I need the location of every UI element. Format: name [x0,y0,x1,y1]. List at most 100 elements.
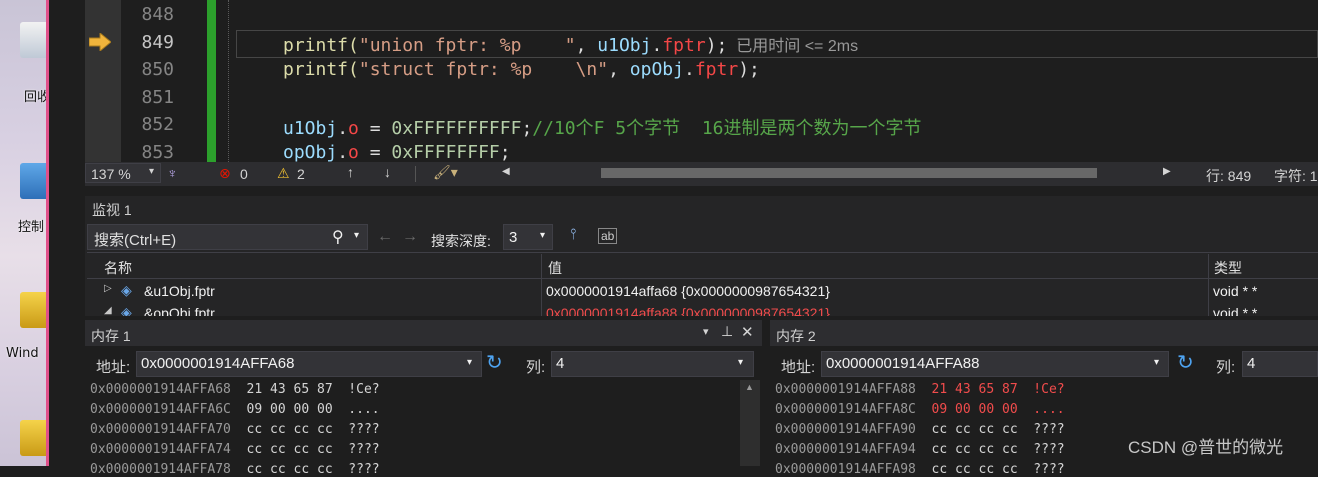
memory-row[interactable]: 0x0000001914AFFA98 cc cc cc cc ???? [775,462,1065,477]
line-number: 853 [141,142,174,163]
pin-icon[interactable]: ⫯ [570,226,577,243]
memory-row[interactable]: 0x0000001914AFFA90 cc cc cc cc ???? [775,422,1065,437]
warning-count: 2 [297,166,305,182]
scroll-left-icon[interactable]: ◀ [502,166,510,177]
scroll-right-icon[interactable]: ▶ [1163,166,1171,177]
horizontal-scrollbar[interactable] [601,168,1097,178]
memory-1-panel: 内存 1 ▾ ⊥ ✕ 地址: 0x0000001914AFFA68 ▾ ↻ 列:… [85,320,762,477]
recycle-bin-icon[interactable] [20,22,46,58]
next-issue-icon[interactable]: ↓ [384,164,391,180]
memory-ascii: ???? [348,422,380,437]
watch-value: 0x0000001914affa88 {0x0000000987654321} [546,305,830,316]
memory-address: 0x0000001914AFFA6C [90,402,247,417]
depth-dropdown[interactable]: 3 ▾ [503,224,553,250]
panel-menu-icon[interactable]: ▾ [703,325,709,338]
memory-address: 0x0000001914AFFA90 [775,422,932,437]
memory-row[interactable]: 0x0000001914AFFA88 21 43 65 87 !Ce? [775,382,1065,397]
previous-issue-icon[interactable]: ↑ [347,164,354,180]
address-label: 地址: [781,359,816,376]
chevron-down-icon[interactable]: ▾ [354,230,359,241]
memory-row[interactable]: 0x0000001914AFFA68 21 43 65 87 !Ce? [90,382,380,397]
address-label: 地址: [96,359,131,376]
chevron-down-icon: ▾ [540,230,546,241]
memory-2-address-input[interactable]: 0x0000001914AFFA88 ▾ [821,351,1169,377]
folder-icon[interactable] [20,292,46,328]
scroll-up-icon[interactable]: ▲ [745,382,754,392]
code-line[interactable]: printf("union fptr: %p ", u1Obj.fptr); 已… [283,32,858,56]
memory-bytes[interactable]: cc cc cc cc [932,422,1034,437]
expand-icon[interactable]: ▷ [104,283,112,294]
back-arrow-icon[interactable]: ← [377,228,393,246]
memory-row[interactable]: 0x0000001914AFFA94 cc cc cc cc ???? [775,442,1065,457]
memory-address: 0x0000001914AFFA94 [775,442,932,457]
watch-search-input[interactable]: 搜索(Ctrl+E) ⚲ ▾ [87,224,368,250]
depth-value: 3 [509,229,518,246]
watch-value: 0x0000001914affa68 {0x0000000987654321} [546,283,830,299]
chevron-down-icon: ▾ [149,166,155,177]
memory-2-panel: 内存 2 地址: 0x0000001914AFFA88 ▾ ↻ 列: 4 0x0… [770,320,1318,477]
memory-ascii: ???? [348,442,380,457]
columns-value: 4 [556,355,565,372]
collapse-icon[interactable]: ◢ [104,305,112,316]
watch-row[interactable]: ▷ ◈ &u1Obj.fptr 0x0000001914affa68 {0x00… [87,280,1318,302]
chevron-down-icon[interactable]: ▾ [1154,357,1159,368]
address-value: 0x0000001914AFFA88 [826,355,980,372]
col-header-name[interactable]: 名称 [104,258,132,278]
memory-bytes[interactable]: 09 00 00 00 [247,402,349,417]
forward-arrow-icon[interactable]: → [402,228,418,246]
pin-icon[interactable]: ⊥ [721,323,733,340]
memory-row[interactable]: 0x0000001914AFFA8C 09 00 00 00 .... [775,402,1065,417]
watch-row[interactable]: ◢ ◈ &opObj.fptr 0x0000001914affa88 {0x00… [87,302,1318,316]
divider [87,278,1318,279]
memory-row[interactable]: 0x0000001914AFFA78 cc cc cc cc ???? [90,462,380,477]
control-panel-icon[interactable] [20,163,46,199]
memory-bytes[interactable]: cc cc cc cc [932,462,1034,477]
refresh-icon[interactable]: ↻ [486,350,503,375]
line-number: 848 [141,4,174,25]
folder-icon[interactable] [20,420,46,456]
search-icon[interactable]: ⚲ [332,227,344,247]
memory-row[interactable]: 0x0000001914AFFA74 cc cc cc cc ???? [90,442,380,457]
editor-status-bar: 137 % ▾ ♆ ⊗ 0 ⚠ 2 ↑ ↓ 🖌▾ ◀ ▶ 行: 849 字符: … [85,162,1318,186]
zoom-dropdown[interactable]: 137 % ▾ [85,163,161,183]
memory-bytes[interactable]: cc cc cc cc [247,442,349,457]
code-line[interactable]: printf("struct fptr: %p \n", opObj.fptr)… [283,59,760,80]
watch-name: &u1Obj.fptr [144,283,215,299]
close-icon[interactable]: ✕ [741,323,754,341]
memory-address: 0x0000001914AFFA98 [775,462,932,477]
memory-bytes[interactable]: cc cc cc cc [247,462,349,477]
error-count: 0 [240,166,248,182]
refresh-icon[interactable]: ↻ [1177,350,1194,375]
search-placeholder: 搜索(Ctrl+E) [94,232,177,249]
memory-row[interactable]: 0x0000001914AFFA6C 09 00 00 00 .... [90,402,380,417]
memory-address: 0x0000001914AFFA88 [775,382,932,397]
memory-1-columns-dropdown[interactable]: 4 ▾ [551,351,754,377]
col-header-type[interactable]: 类型 [1214,258,1242,278]
label-format-icon[interactable]: ab [598,228,618,244]
code-line[interactable]: u1Obj.o = 0xFFFFFFFFFF;//10个F 5个字节 16进制是… [283,114,922,140]
memory-ascii: !Ce? [1033,382,1065,397]
perf-tip[interactable]: 已用时间 <= 2ms [727,38,858,55]
memory-address: 0x0000001914AFFA70 [90,422,247,437]
memory-1-address-input[interactable]: 0x0000001914AFFA68 ▾ [136,351,482,377]
code-cleanup-icon[interactable]: 🖌▾ [433,164,458,181]
line-indicator: 行: 849 [1206,168,1252,184]
vertical-scrollbar[interactable]: ▲ [740,380,760,466]
warning-icon[interactable]: ⚠ [277,165,290,182]
chevron-down-icon[interactable]: ▾ [467,357,472,368]
indent-guide [228,0,230,162]
memory-bytes[interactable]: cc cc cc cc [247,422,349,437]
watch-title: 监视 1 [92,202,132,218]
copilot-icon[interactable]: ♆ [167,165,178,181]
depth-label: 搜索深度: [431,233,491,249]
error-icon[interactable]: ⊗ [219,165,231,182]
memory-2-columns-dropdown[interactable]: 4 [1242,351,1318,377]
code-line[interactable]: opObj.o = 0xFFFFFFFF; [283,142,511,163]
col-header-value[interactable]: 值 [548,258,562,278]
memory-bytes[interactable]: 21 43 65 87 [932,382,1034,397]
memory-row[interactable]: 0x0000001914AFFA70 cc cc cc cc ???? [90,422,380,437]
memory-bytes[interactable]: cc cc cc cc [932,442,1034,457]
columns-label: 列: [1216,359,1236,376]
memory-bytes[interactable]: 09 00 00 00 [932,402,1034,417]
memory-bytes[interactable]: 21 43 65 87 [247,382,349,397]
